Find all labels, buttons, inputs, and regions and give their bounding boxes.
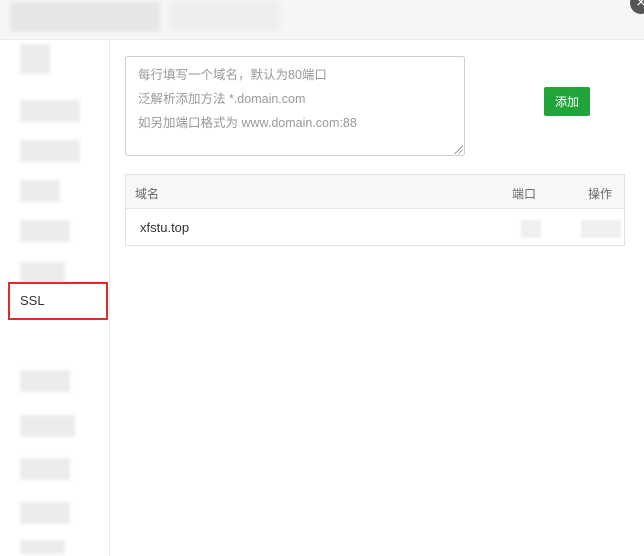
obscured-title [170, 2, 280, 30]
add-button[interactable]: 添加 [544, 87, 590, 116]
table-row: xfstu.top [126, 209, 624, 246]
domain-table: 域名 端口 操作 xfstu.top [125, 174, 625, 246]
sidebar-item-ssl[interactable]: SSL [8, 282, 108, 320]
column-header-port: 端口 [512, 187, 537, 201]
table-header: 域名 端口 操作 [126, 175, 624, 209]
port-cell-obscured [521, 220, 541, 238]
placeholder-line: 每行填写一个域名，默认为80端口 [138, 68, 327, 82]
obscured-title [10, 2, 160, 32]
column-header-domain: 域名 [135, 187, 160, 201]
sidebar-item-obscured[interactable] [20, 540, 65, 554]
sidebar-item-obscured[interactable] [20, 44, 50, 74]
sidebar-item-obscured[interactable] [20, 262, 65, 284]
operation-cell-obscured[interactable] [581, 220, 621, 238]
placeholder-line: 泛解析添加方法 *.domain.com [138, 92, 306, 106]
sidebar-item-obscured[interactable] [20, 502, 70, 524]
placeholder-line: 如另加端口格式为 www.domain.com:88 [138, 116, 357, 130]
dialog-titlebar [0, 0, 644, 40]
resize-handle[interactable] [454, 145, 463, 154]
sidebar-item-obscured[interactable] [20, 180, 60, 202]
sidebar-item-obscured[interactable] [20, 220, 70, 242]
sidebar-item-obscured[interactable] [20, 100, 80, 122]
domain-input[interactable]: 每行填写一个域名，默认为80端口 泛解析添加方法 *.domain.com 如另… [125, 56, 465, 156]
sidebar-item-label: SSL [20, 293, 45, 308]
sidebar-item-obscured[interactable] [20, 458, 70, 480]
close-icon: × [635, 0, 644, 10]
column-header-operation: 操作 [588, 187, 613, 201]
domain-cell: xfstu.top [140, 220, 190, 235]
sidebar-item-obscured[interactable] [20, 370, 70, 392]
sidebar-item-obscured[interactable] [20, 140, 80, 162]
sidebar-item-obscured[interactable] [20, 415, 75, 437]
